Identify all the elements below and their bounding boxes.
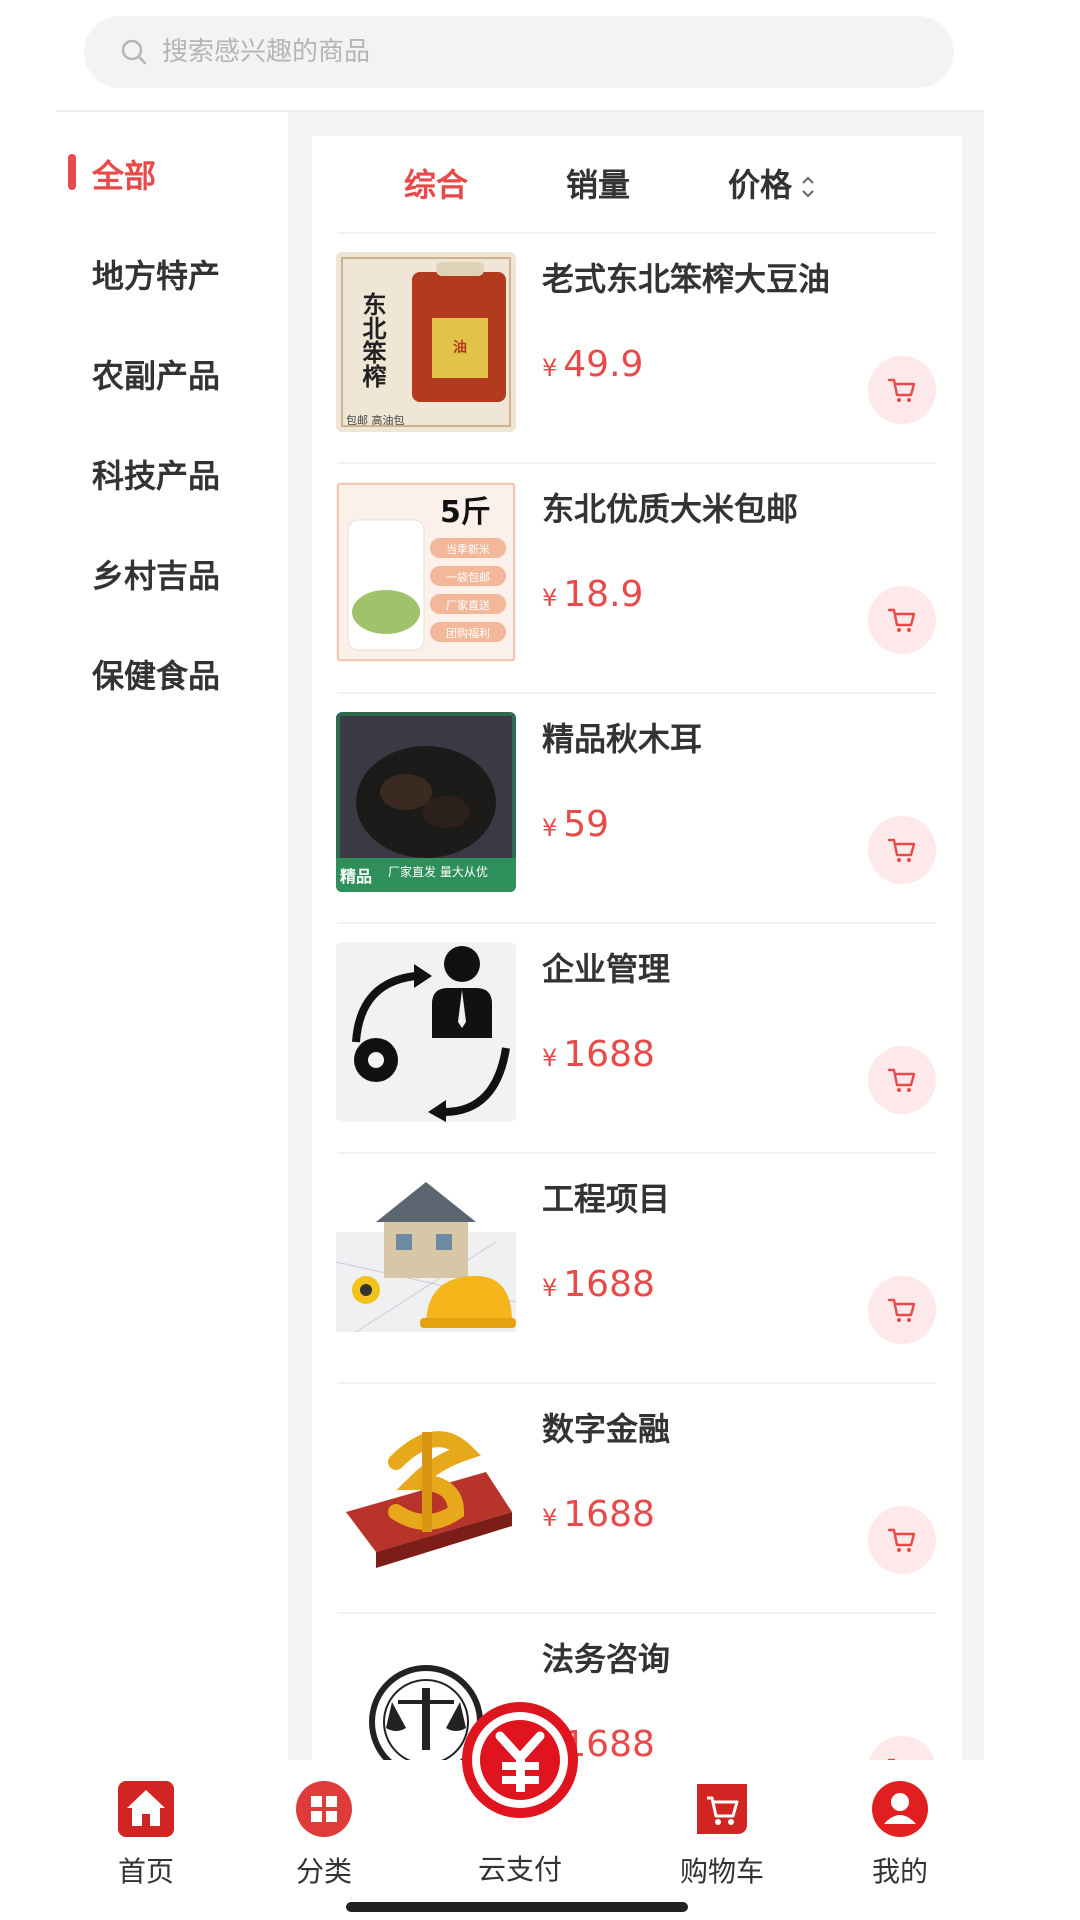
product-image: 5斤 当季新米 一袋包邮 厂家直送 团购福利 bbox=[336, 482, 516, 662]
profile-icon bbox=[872, 1781, 928, 1837]
yuan-pay-icon bbox=[462, 1702, 578, 1818]
product-image bbox=[336, 1402, 516, 1582]
search-bar[interactable] bbox=[84, 16, 954, 88]
svg-text:厂家直发 量大从优: 厂家直发 量大从优 bbox=[388, 864, 488, 879]
add-to-cart-button[interactable] bbox=[868, 1046, 936, 1114]
add-to-cart-button[interactable] bbox=[868, 1736, 936, 1762]
cart-icon bbox=[887, 838, 916, 862]
svg-text:包邮 高油包: 包邮 高油包 bbox=[346, 413, 405, 427]
product-panel: 综合 销量 价格 油 东北笨榨 包邮 高油包 老式东北笨榨大豆油 ¥ 49.9 … bbox=[312, 136, 962, 1762]
category-sidebar: 全部 地方特产 农副产品 科技产品 乡村吉品 保健食品 bbox=[56, 112, 288, 1762]
product-price: ¥1688 bbox=[542, 1494, 655, 1535]
sort-price[interactable]: 价格 bbox=[728, 160, 816, 206]
tab-label: 购物车 bbox=[679, 1855, 764, 1888]
search-input[interactable] bbox=[162, 37, 862, 67]
product-name[interactable]: 东北优质大米包邮 bbox=[542, 484, 798, 530]
add-to-cart-button[interactable] bbox=[868, 586, 936, 654]
product-price: ¥1688 bbox=[542, 1264, 655, 1305]
cart-icon bbox=[887, 1528, 916, 1552]
home-indicator bbox=[346, 1902, 688, 1912]
cart-icon bbox=[887, 1298, 916, 1322]
product-item[interactable]: 精品 厂家直发 量大从优 精品秋木耳 ¥59 bbox=[312, 694, 962, 924]
tab-profile[interactable]: 我的 bbox=[830, 1780, 970, 1890]
product-image: 精品 厂家直发 量大从优 bbox=[336, 712, 516, 892]
product-price: ¥49.9 bbox=[542, 344, 644, 385]
product-image bbox=[336, 1172, 516, 1352]
svg-text:团购福利: 团购福利 bbox=[446, 626, 490, 640]
add-to-cart-button[interactable] bbox=[868, 356, 936, 424]
product-item[interactable]: 油 东北笨榨 包邮 高油包 老式东北笨榨大豆油 ¥49.9 bbox=[312, 234, 962, 464]
tab-label: 首页 bbox=[117, 1855, 174, 1888]
sidebar-item-agricultural[interactable]: 农副产品 bbox=[56, 324, 288, 424]
sidebar-item-label: 全部 bbox=[92, 157, 157, 195]
tab-home[interactable]: 首页 bbox=[76, 1780, 216, 1890]
cart-icon bbox=[887, 608, 916, 632]
sort-toggle-icon bbox=[802, 176, 814, 198]
sidebar-item-label: 农副产品 bbox=[92, 357, 221, 395]
svg-text:当季新米: 当季新米 bbox=[446, 542, 490, 556]
product-name[interactable]: 老式东北笨榨大豆油 bbox=[542, 254, 830, 300]
product-name[interactable]: 工程项目 bbox=[542, 1174, 670, 1220]
sidebar-item-label: 保健食品 bbox=[92, 657, 221, 695]
product-name[interactable]: 精品秋木耳 bbox=[542, 714, 702, 760]
cart-icon bbox=[697, 1784, 747, 1834]
cart-icon bbox=[887, 378, 916, 402]
search-icon bbox=[121, 39, 147, 65]
tab-label: 我的 bbox=[871, 1855, 928, 1888]
sort-bar: 综合 销量 价格 bbox=[312, 136, 962, 232]
svg-text:一袋包邮: 一袋包邮 bbox=[446, 570, 490, 584]
sidebar-item-label: 乡村吉品 bbox=[92, 557, 221, 595]
svg-text:精品: 精品 bbox=[340, 867, 372, 886]
sort-sales[interactable]: 销量 bbox=[566, 160, 630, 206]
product-item[interactable]: 企业管理 ¥1688 bbox=[312, 924, 962, 1154]
tab-cloud-pay[interactable] bbox=[460, 1700, 580, 1820]
product-image: 油 东北笨榨 包邮 高油包 bbox=[336, 252, 516, 432]
svg-text:东北笨榨: 东北笨榨 bbox=[358, 291, 386, 388]
add-to-cart-button[interactable] bbox=[868, 1276, 936, 1344]
product-name[interactable]: 数字金融 bbox=[542, 1404, 670, 1450]
svg-text:厂家直送: 厂家直送 bbox=[446, 598, 490, 612]
sidebar-item-health-food[interactable]: 保健食品 bbox=[56, 624, 288, 724]
product-price: ¥18.9 bbox=[542, 574, 644, 615]
tab-label: 分类 bbox=[295, 1855, 352, 1888]
tab-label: 云支付 bbox=[477, 1853, 562, 1886]
product-name[interactable]: 法务咨询 bbox=[542, 1634, 670, 1680]
product-item[interactable]: 5斤 当季新米 一袋包邮 厂家直送 团购福利 东北优质大米包邮 ¥18.9 bbox=[312, 464, 962, 694]
sidebar-item-tech[interactable]: 科技产品 bbox=[56, 424, 288, 524]
sort-comprehensive[interactable]: 综合 bbox=[404, 160, 468, 206]
svg-text:5斤: 5斤 bbox=[440, 495, 491, 530]
active-indicator bbox=[68, 154, 76, 190]
category-icon bbox=[296, 1781, 352, 1837]
cart-icon bbox=[887, 1068, 916, 1092]
product-item[interactable]: 法务咨询 ¥1688 bbox=[312, 1614, 962, 1762]
sort-price-label: 价格 bbox=[728, 166, 793, 204]
product-price: ¥1688 bbox=[542, 1034, 655, 1075]
sidebar-item-label: 科技产品 bbox=[92, 457, 221, 495]
sidebar-item-rural[interactable]: 乡村吉品 bbox=[56, 524, 288, 624]
sidebar-item-label: 地方特产 bbox=[92, 257, 221, 295]
sidebar-item-all[interactable]: 全部 bbox=[56, 124, 288, 224]
product-item[interactable]: 数字金融 ¥1688 bbox=[312, 1384, 962, 1614]
product-name[interactable]: 企业管理 bbox=[542, 944, 670, 990]
product-image bbox=[336, 942, 516, 1122]
sidebar-item-local-specialty[interactable]: 地方特产 bbox=[56, 224, 288, 324]
product-item[interactable]: 工程项目 ¥1688 bbox=[312, 1154, 962, 1384]
home-icon bbox=[118, 1781, 174, 1837]
tab-category[interactable]: 分类 bbox=[254, 1780, 394, 1890]
add-to-cart-button[interactable] bbox=[868, 1506, 936, 1574]
product-price: ¥59 bbox=[542, 804, 610, 845]
add-to-cart-button[interactable] bbox=[868, 816, 936, 884]
tab-cart[interactable]: 购物车 bbox=[652, 1780, 792, 1890]
svg-text:油: 油 bbox=[453, 339, 467, 356]
